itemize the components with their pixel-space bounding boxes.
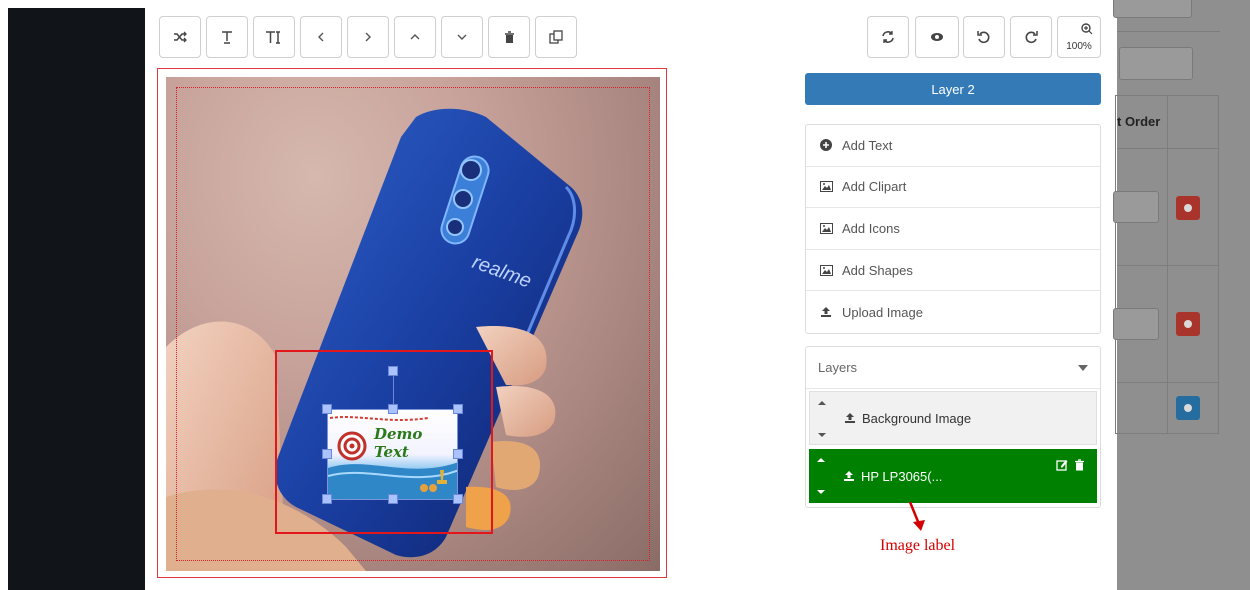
refresh-icon (882, 31, 894, 43)
undo-icon (977, 31, 990, 44)
trash-icon[interactable] (1074, 459, 1085, 471)
backdrop-remove-button (1176, 196, 1200, 220)
chevron-left-icon (318, 32, 324, 42)
backdrop-divider (1117, 31, 1220, 32)
upload-image-item[interactable]: Upload Image (806, 291, 1100, 333)
resize-handle-br[interactable] (453, 494, 463, 504)
resize-handle-b[interactable] (388, 494, 398, 504)
chevron-down-icon (457, 34, 467, 40)
clone-button[interactable] (535, 16, 577, 58)
redo-button[interactable] (1010, 16, 1052, 58)
right-backdrop: t Order (1113, 0, 1250, 590)
layers-panel: Layers Background Image HP LP3065(... (805, 346, 1101, 508)
add-shapes-item[interactable]: Add Shapes (806, 250, 1100, 292)
resize-handle-bl[interactable] (322, 494, 332, 504)
reorder-arrows[interactable] (818, 401, 826, 437)
backdrop-divider (1117, 265, 1219, 266)
design-canvas[interactable]: realme Demo Text (157, 68, 667, 578)
backdrop-input (1119, 47, 1193, 80)
upload-image-label: Upload Image (842, 304, 923, 320)
resize-handle-t[interactable] (388, 404, 398, 414)
upload-icon (845, 413, 855, 423)
text-size-icon (266, 31, 280, 44)
annotation-label: Image label (880, 537, 956, 554)
backdrop-divider (1117, 148, 1219, 149)
clipart-image[interactable]: Demo Text (327, 409, 458, 500)
backdrop-input (1113, 0, 1192, 18)
layer-item-image[interactable]: HP LP3065(... (809, 449, 1097, 503)
reorder-arrows[interactable] (817, 458, 825, 494)
clipart-text: Demo Text (374, 425, 423, 461)
shuffle-icon (174, 31, 187, 43)
undo-button[interactable] (963, 16, 1005, 58)
backdrop-remove-button (1176, 312, 1200, 336)
arrow-up-icon[interactable] (817, 458, 825, 462)
backdrop-input (1113, 191, 1159, 223)
add-icons-item[interactable]: Add Icons (806, 208, 1100, 250)
rotate-handle[interactable] (388, 366, 398, 376)
add-clipart-label: Add Clipart (842, 179, 907, 195)
zoom-button[interactable]: 100% (1057, 16, 1101, 58)
layer-button[interactable]: Layer 2 (805, 73, 1101, 105)
arrow-up-icon[interactable] (818, 401, 826, 405)
upload-icon (844, 471, 854, 481)
upload-icon (821, 307, 831, 318)
move-right-button[interactable] (347, 16, 389, 58)
preview-button[interactable] (915, 16, 959, 58)
redo-icon (1025, 31, 1038, 44)
backdrop-input (1113, 308, 1159, 340)
edit-icon[interactable] (1056, 459, 1068, 471)
layer-label: Background Image (862, 410, 972, 426)
rotate-stem (393, 372, 394, 404)
backdrop-divider (1167, 95, 1168, 434)
image-icon (819, 181, 833, 193)
arrow-down-icon[interactable] (818, 433, 826, 437)
left-backdrop (0, 0, 145, 590)
add-shapes-label: Add Shapes (842, 262, 913, 278)
add-text-item[interactable]: Add Text (806, 125, 1100, 167)
plus-circle-icon (820, 139, 832, 152)
layer-label: HP LP3065(... (861, 468, 943, 484)
shuffle-button[interactable] (159, 16, 201, 58)
tools-menu: Add Text Add Clipart Add Icons Add Shape… (805, 124, 1101, 334)
move-left-button[interactable] (300, 16, 342, 58)
backdrop-add-button (1176, 396, 1200, 420)
add-icons-label: Add Icons (842, 220, 900, 236)
add-clipart-item[interactable]: Add Clipart (806, 167, 1100, 209)
chevron-up-icon (410, 34, 420, 40)
add-text-label: Add Text (842, 137, 893, 153)
layers-header[interactable]: Layers (806, 347, 1100, 389)
layers-title: Layers (818, 360, 858, 375)
resize-handle-l[interactable] (322, 449, 332, 459)
image-icon (819, 222, 833, 234)
image-icon (819, 264, 833, 276)
move-up-button[interactable] (394, 16, 436, 58)
resize-handle-r[interactable] (453, 449, 463, 459)
add-text-tool-button[interactable] (206, 16, 248, 58)
arrow-down-icon[interactable] (817, 490, 825, 494)
resize-handle-tr[interactable] (453, 404, 463, 414)
backdrop-header: t Order (1117, 114, 1161, 129)
text-size-button[interactable] (253, 16, 295, 58)
delete-button[interactable] (488, 16, 530, 58)
eye-icon (931, 33, 943, 41)
clone-icon (549, 30, 563, 44)
refresh-button[interactable] (867, 16, 909, 58)
text-icon (222, 31, 232, 44)
move-down-button[interactable] (441, 16, 483, 58)
zoom-in-icon (1081, 23, 1093, 35)
resize-handle-tl[interactable] (322, 404, 332, 414)
dark-strip (8, 8, 145, 590)
backdrop-divider (1117, 382, 1219, 383)
chevron-right-icon (365, 32, 371, 42)
trash-icon (504, 30, 514, 43)
caret-down-icon (1078, 365, 1088, 371)
zoom-level: 100% (1066, 41, 1092, 52)
annotation-arrow (908, 501, 925, 531)
layer-item-background[interactable]: Background Image (809, 391, 1097, 445)
